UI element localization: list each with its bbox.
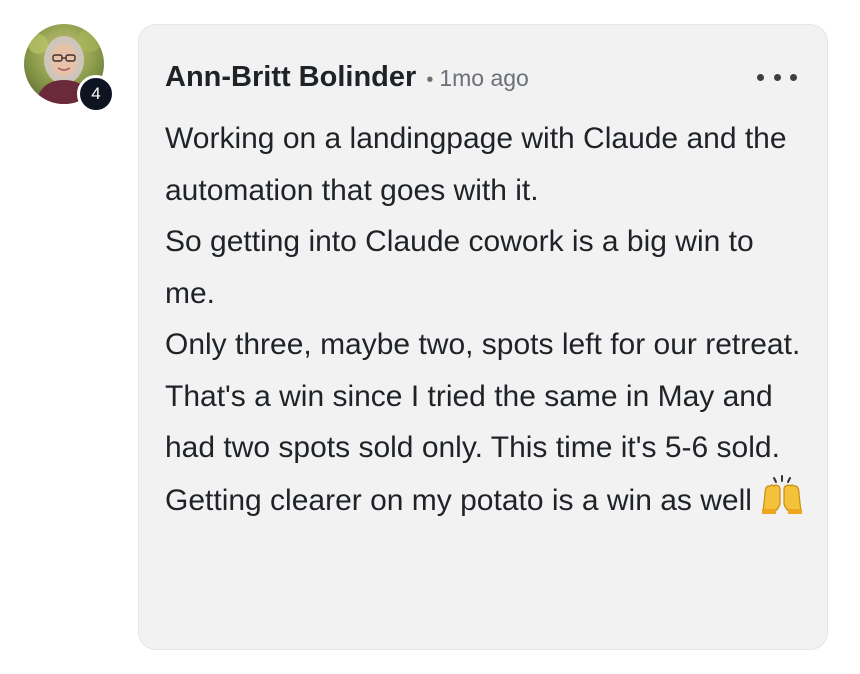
comment-row: 4 Ann-Britt Bolinder • 1mo ago Working o… [0,0,860,674]
more-horizontal-icon-dot [773,73,781,81]
author-name[interactable]: Ann-Britt Bolinder [165,61,416,94]
raising-hands-emoji-icon [761,474,802,514]
comment-paragraph: Working on a landingpage with Claude and… [165,122,787,207]
level-badge: 4 [77,75,115,113]
comment-paragraph: So getting into Claude cowork is a big w… [165,225,754,310]
more-horizontal-icon [757,73,764,81]
more-horizontal-icon-dot [790,73,797,81]
comment-paragraph: Getting clearer on my potato is a win as… [165,483,752,517]
more-options-button[interactable] [757,65,797,89]
comment-body: Working on a landingpage with Claude and… [165,113,805,526]
comment-bubble: Ann-Britt Bolinder • 1mo ago Working on … [138,24,828,650]
avatar-container[interactable]: 4 [24,24,115,113]
comment-paragraph-last: Getting clearer on my potato is a win as… [165,474,805,527]
timestamp[interactable]: 1mo ago [439,65,529,92]
comment-paragraph: Only three, maybe two, spots left for ou… [165,328,801,464]
separator-dot: • [426,69,434,91]
comment-header: Ann-Britt Bolinder • 1mo ago [165,61,529,94]
